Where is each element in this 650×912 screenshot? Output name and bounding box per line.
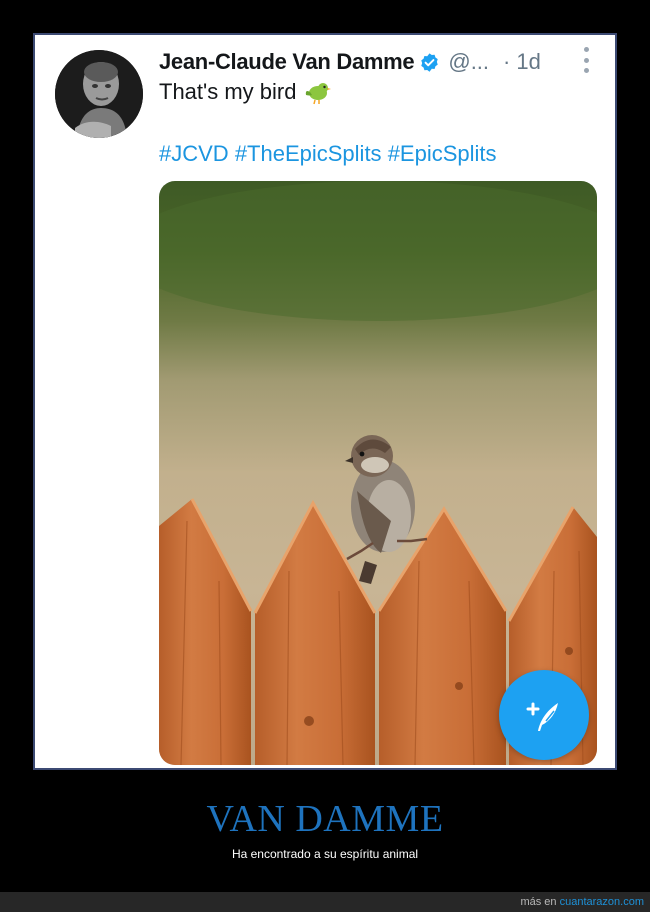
display-name[interactable]: Jean-Claude Van Damme [159, 49, 415, 75]
footer-prefix: más en [520, 896, 557, 908]
tweet-hashtags: #JCVD #TheEpicSplits #EpicSplits [159, 141, 497, 167]
tweet-card[interactable]: Jean-Claude Van Damme @... · 1d That's m… [35, 35, 615, 768]
footer-site-link[interactable]: cuantarazon.com [560, 896, 644, 908]
tweet-header: Jean-Claude Van Damme @... · 1d [159, 45, 609, 79]
bird-emoji-icon [304, 79, 332, 105]
compose-feather-icon [526, 702, 558, 731]
tweet-timestamp[interactable]: 1d [516, 49, 540, 75]
meme-subtitle: Ha encontrado a su espíritu animal [231, 847, 419, 861]
hashtag-link[interactable]: #EpicSplits [388, 141, 497, 166]
user-handle[interactable]: @... [448, 49, 489, 75]
more-options-icon[interactable] [581, 47, 591, 73]
verified-badge-icon [419, 52, 440, 73]
tweet-text-body: That's my bird [159, 79, 297, 104]
hashtag-link[interactable]: #JCVD [159, 141, 229, 166]
avatar[interactable] [55, 50, 143, 138]
hashtag-link[interactable]: #TheEpicSplits [235, 141, 382, 166]
meme-title: VAN DAMME [206, 798, 444, 840]
avatar-photo [55, 50, 143, 138]
tweet-text: That's my bird [159, 79, 332, 105]
separator-dot: · [503, 49, 511, 74]
tweet-frame: Jean-Claude Van Damme @... · 1d That's m… [33, 33, 617, 770]
site-footer: más en cuantarazon.com [0, 892, 650, 912]
compose-tweet-button[interactable] [499, 670, 589, 760]
